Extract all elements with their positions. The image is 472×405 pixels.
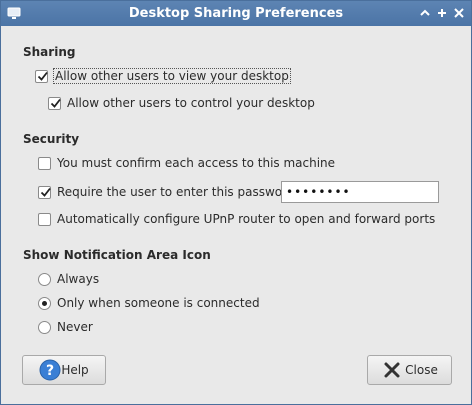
confirm-access-checkbox[interactable]: You must confirm each access to this mac… (38, 154, 335, 172)
radio-button[interactable] (38, 320, 51, 334)
radio-connected[interactable]: Only when someone is connected (38, 294, 260, 312)
radio-always-label: Always (57, 272, 100, 286)
view-desktop-label: Allow other users to view your desktop (53, 68, 291, 84)
view-desktop-checkbox[interactable]: Allow other users to view your desktop (35, 67, 291, 85)
radio-button-selected[interactable] (38, 296, 51, 310)
confirm-access-label: You must confirm each access to this mac… (57, 156, 336, 170)
svg-text:?: ? (46, 363, 54, 379)
upnp-checkbox[interactable]: Automatically configure UPnP router to o… (38, 210, 435, 228)
checkbox-checked[interactable] (48, 96, 61, 110)
require-password-label: Require the user to enter this password: (57, 185, 299, 199)
close-button-label: Close (405, 363, 438, 377)
radio-never[interactable]: Never (38, 318, 93, 336)
require-password-checkbox[interactable]: Require the user to enter this password: (38, 183, 299, 201)
radio-connected-label: Only when someone is connected (57, 296, 260, 310)
help-icon: ? (39, 359, 61, 381)
control-desktop-label: Allow other users to control your deskto… (67, 96, 315, 110)
checkbox-checked[interactable] (38, 185, 51, 199)
help-button-label: Help (61, 363, 89, 377)
maximize-icon[interactable] (434, 5, 450, 21)
password-input[interactable]: •••••••• (281, 181, 439, 203)
minimize-icon[interactable] (417, 5, 433, 21)
checkbox-unchecked[interactable] (38, 156, 51, 170)
upnp-label: Automatically configure UPnP router to o… (57, 212, 436, 226)
notification-heading: Show Notification Area Icon (23, 248, 211, 262)
help-button[interactable]: ? Help (22, 355, 106, 385)
close-window-icon[interactable] (451, 5, 467, 21)
preferences-window: Desktop Sharing Preferences Sharing Allo… (0, 0, 472, 405)
close-button[interactable]: Close (367, 355, 452, 385)
checkbox-unchecked[interactable] (38, 212, 51, 226)
checkbox-checked[interactable] (35, 69, 48, 83)
close-icon (381, 359, 403, 381)
sharing-heading: Sharing (23, 45, 76, 59)
radio-never-label: Never (57, 320, 93, 334)
security-heading: Security (23, 132, 80, 146)
radio-always[interactable]: Always (38, 270, 99, 288)
title-bar[interactable]: Desktop Sharing Preferences (1, 1, 471, 26)
radio-button[interactable] (38, 272, 51, 286)
control-desktop-checkbox[interactable]: Allow other users to control your deskto… (48, 94, 315, 112)
window-title: Desktop Sharing Preferences (128, 6, 344, 21)
